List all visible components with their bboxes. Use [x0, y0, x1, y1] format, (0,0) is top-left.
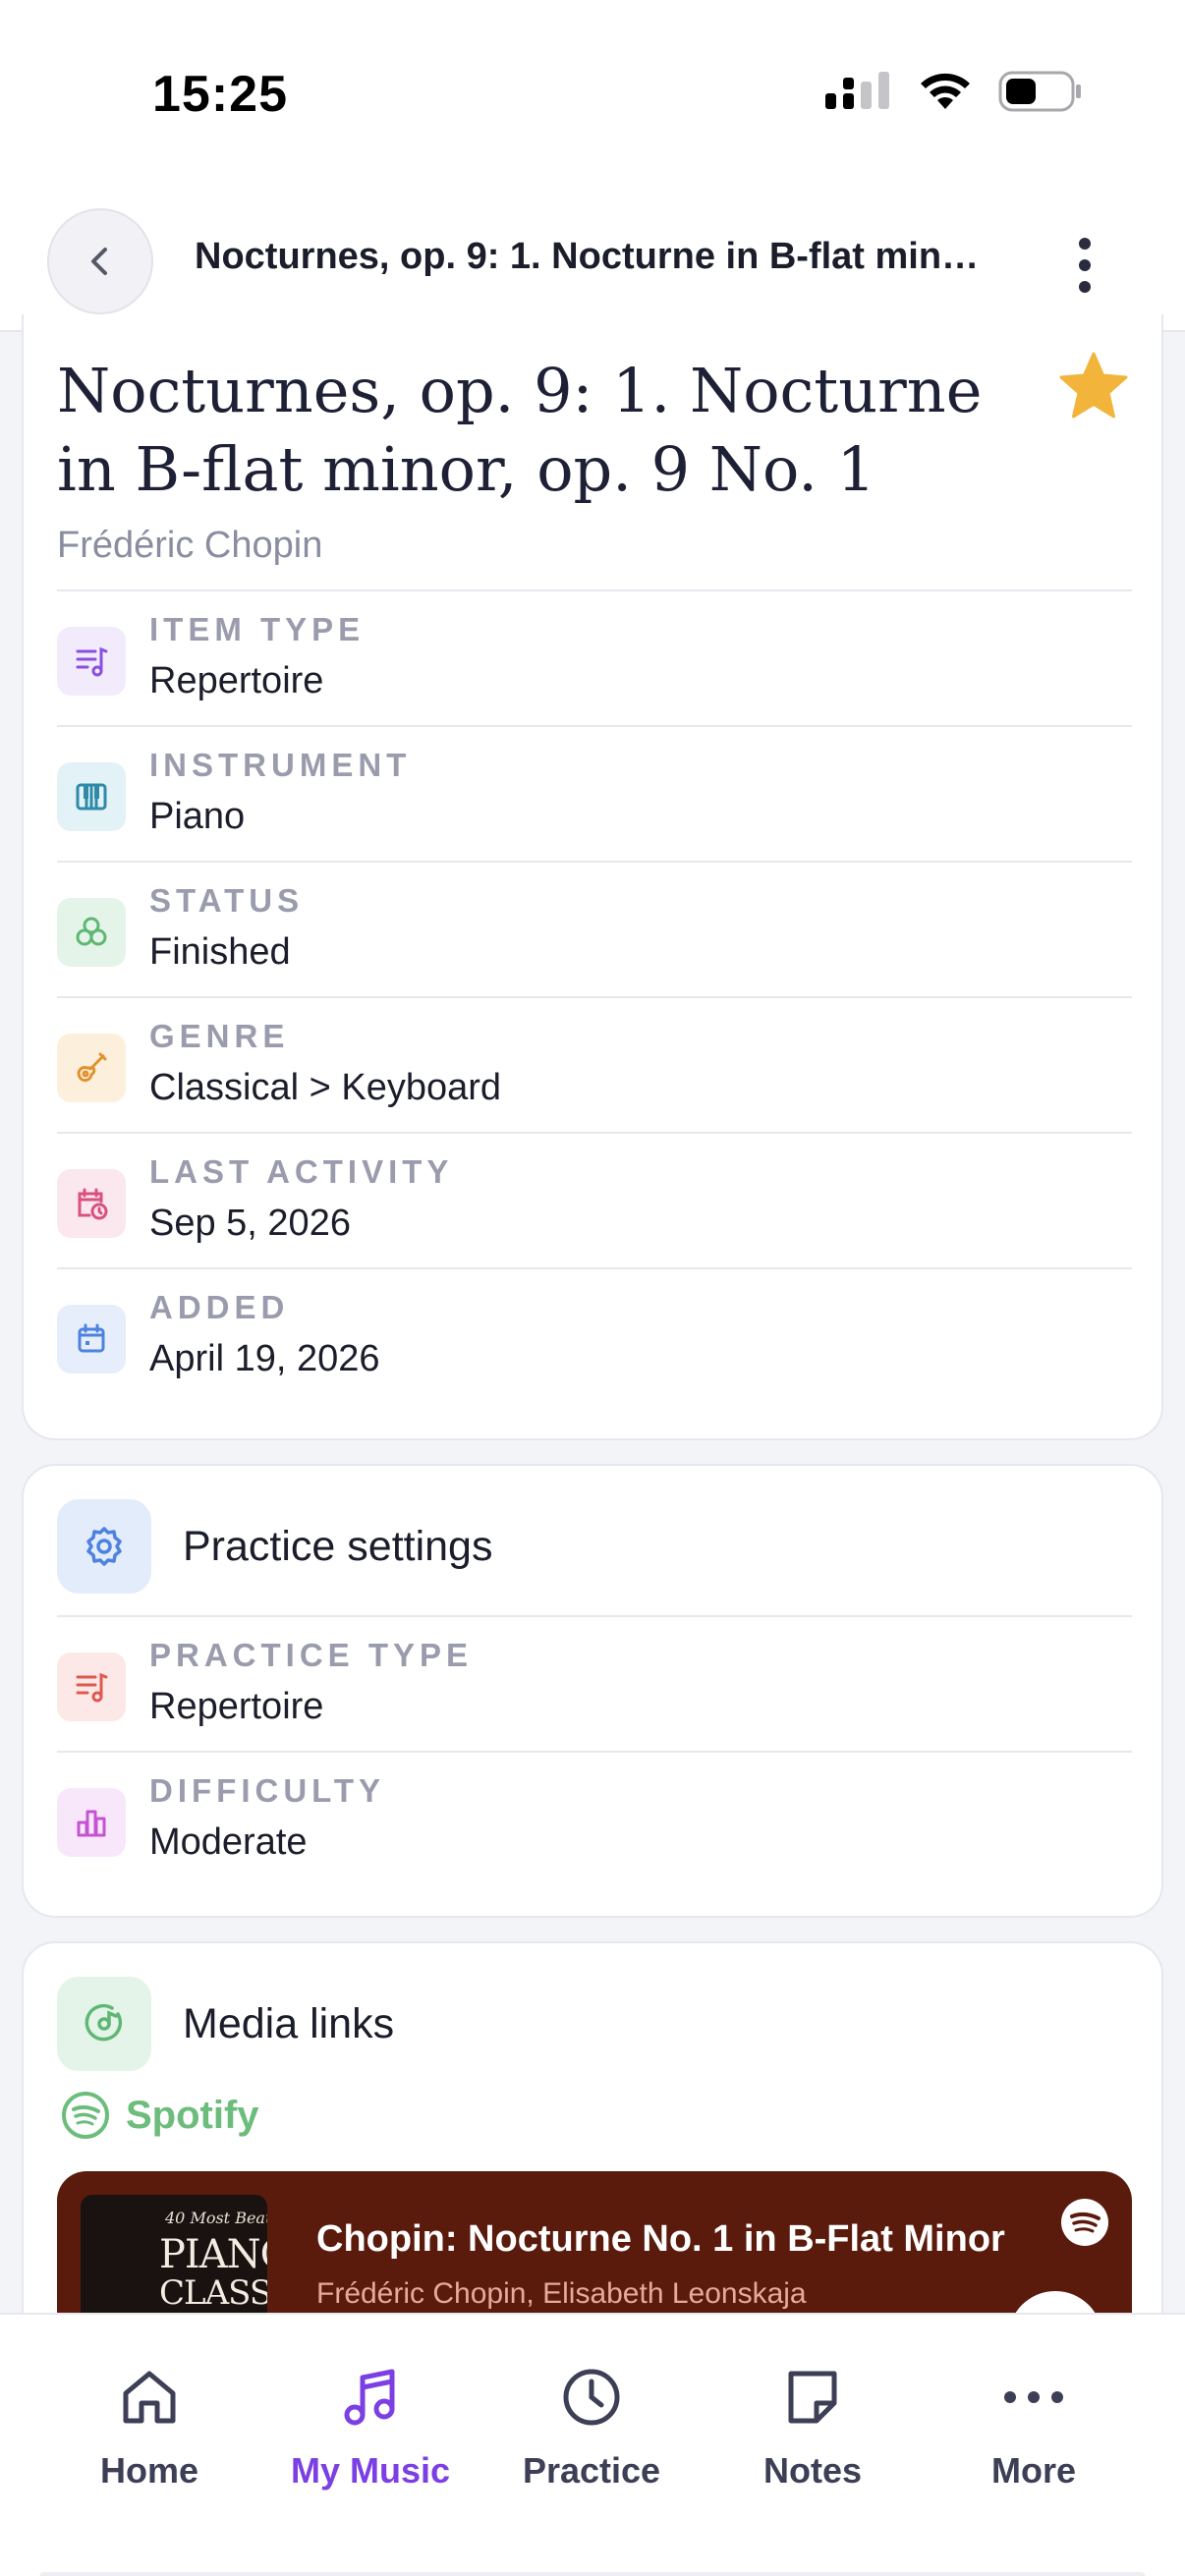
spotify-icon: [62, 2092, 109, 2139]
tab-label: Practice: [522, 2450, 661, 2491]
chevron-left-icon: [91, 248, 107, 275]
favorite-star-icon[interactable]: [1057, 350, 1130, 422]
practice-row-type: PRACTICE TYPE Repertoire: [57, 1615, 1132, 1751]
practice-label: DIFFICULTY: [149, 1772, 386, 1809]
piece-title: Nocturnes, op. 9: 1. Nocturne in B-flat …: [57, 355, 983, 505]
album-art-line-2: PIANO: [159, 2232, 267, 2277]
wifi-icon: [921, 73, 970, 109]
detail-label: STATUS: [149, 882, 305, 919]
back-button[interactable]: [47, 208, 153, 314]
bar-chart-icon: [57, 1788, 126, 1857]
tab-label: My Music: [290, 2450, 451, 2491]
more-options-button[interactable]: [1061, 226, 1108, 305]
detail-label: INSTRUMENT: [149, 747, 412, 783]
detail-row-status: STATUS Finished: [57, 861, 1132, 996]
tab-more[interactable]: More: [935, 2360, 1132, 2492]
bottom-tab-bar: Home My Music Practice Notes More: [0, 2313, 1185, 2576]
detail-row-instrument: INSTRUMENT Piano: [57, 725, 1132, 861]
detail-row-added: ADDED April 19, 2026: [57, 1267, 1132, 1403]
track-artist: Frédéric Chopin, Elisabeth Leonskaja: [316, 2277, 807, 2310]
battery-icon: [998, 71, 1081, 112]
detail-row-last-activity: LAST ACTIVITY Sep 5, 2026: [57, 1132, 1132, 1267]
tab-home[interactable]: Home: [51, 2360, 248, 2492]
detail-value: Repertoire: [149, 660, 324, 701]
piece-info-card: Nocturnes, op. 9: 1. Nocturne in B-flat …: [22, 314, 1163, 1440]
status-icons: [825, 71, 1083, 112]
cellular-signal-icon: [825, 72, 889, 109]
home-indicator: [39, 2572, 1146, 2576]
status-time: 15:25: [152, 66, 288, 123]
album-art-line-1: 40 Most Beautiful: [165, 2209, 267, 2227]
vertical-ellipsis-icon: [1079, 238, 1091, 293]
album-art-line-3: CLASSICS: [159, 2273, 267, 2313]
practice-value: Moderate: [149, 1821, 308, 1863]
detail-row-genre: GENRE Classical > Keyboard: [57, 996, 1132, 1132]
practice-value: Repertoire: [149, 1686, 324, 1727]
detail-value: Finished: [149, 931, 291, 973]
media-links-title: Media links: [183, 1999, 395, 2047]
details-list: ITEM TYPE Repertoire INSTRUMENT Piano ST…: [57, 589, 1132, 1403]
clock-icon: [563, 2369, 620, 2426]
nav-header: Nocturnes, op. 9: 1. Nocturne in B-flat …: [0, 196, 1185, 332]
music-note-icon: [344, 2369, 395, 2426]
practice-label: PRACTICE TYPE: [149, 1637, 474, 1673]
track-title: Chopin: Nocturne No. 1 in B-Flat Minor: [316, 2218, 1005, 2260]
disc-icon: [57, 1977, 151, 2071]
piano-icon: [57, 762, 126, 831]
tab-notes[interactable]: Notes: [714, 2360, 911, 2492]
tab-label: More: [990, 2450, 1076, 2491]
practice-settings-header[interactable]: Practice settings: [57, 1499, 492, 1594]
composer-name: Frédéric Chopin: [57, 525, 323, 566]
spotify-link-label[interactable]: Spotify: [61, 2091, 259, 2140]
music-list-icon: [57, 1652, 126, 1721]
note-icon: [788, 2371, 837, 2424]
music-list-icon: [57, 627, 126, 696]
guitar-icon: [57, 1034, 126, 1102]
practice-settings-list: PRACTICE TYPE Repertoire DIFFICULTY Mode…: [57, 1615, 1132, 1886]
tab-label: Home: [99, 2450, 199, 2491]
detail-value: Piano: [149, 796, 246, 837]
status-icon: [57, 898, 126, 967]
detail-value: April 19, 2026: [149, 1338, 380, 1379]
status-bar: 15:25: [0, 0, 1185, 196]
spotify-label: Spotify: [126, 2093, 259, 2137]
practice-settings-title: Practice settings: [183, 1522, 493, 1570]
detail-label: GENRE: [149, 1018, 290, 1054]
ellipsis-icon: [1004, 2391, 1063, 2403]
tab-my-music[interactable]: My Music: [272, 2360, 469, 2492]
detail-value: Classical > Keyboard: [149, 1067, 502, 1108]
media-links-header[interactable]: Media links: [57, 1977, 394, 2071]
detail-row-item-type: ITEM TYPE Repertoire: [57, 589, 1132, 725]
detail-label: LAST ACTIVITY: [149, 1153, 454, 1190]
gear-icon: [57, 1499, 151, 1594]
practice-settings-card: Practice settings PRACTICE TYPE Repertoi…: [22, 1464, 1163, 1918]
detail-value: Sep 5, 2026: [149, 1203, 351, 1244]
detail-label: ADDED: [149, 1289, 290, 1325]
home-icon: [123, 2371, 176, 2424]
spotify-logo-icon: [1061, 2199, 1108, 2246]
tab-practice[interactable]: Practice: [493, 2360, 690, 2492]
nav-title: Nocturnes, op. 9: 1. Nocturne in B-flat …: [195, 236, 1000, 277]
detail-label: ITEM TYPE: [149, 611, 366, 647]
calendar-icon: [57, 1305, 126, 1373]
tab-label: Notes: [762, 2450, 863, 2491]
calendar-clock-icon: [57, 1169, 126, 1238]
practice-row-difficulty: DIFFICULTY Moderate: [57, 1751, 1132, 1886]
